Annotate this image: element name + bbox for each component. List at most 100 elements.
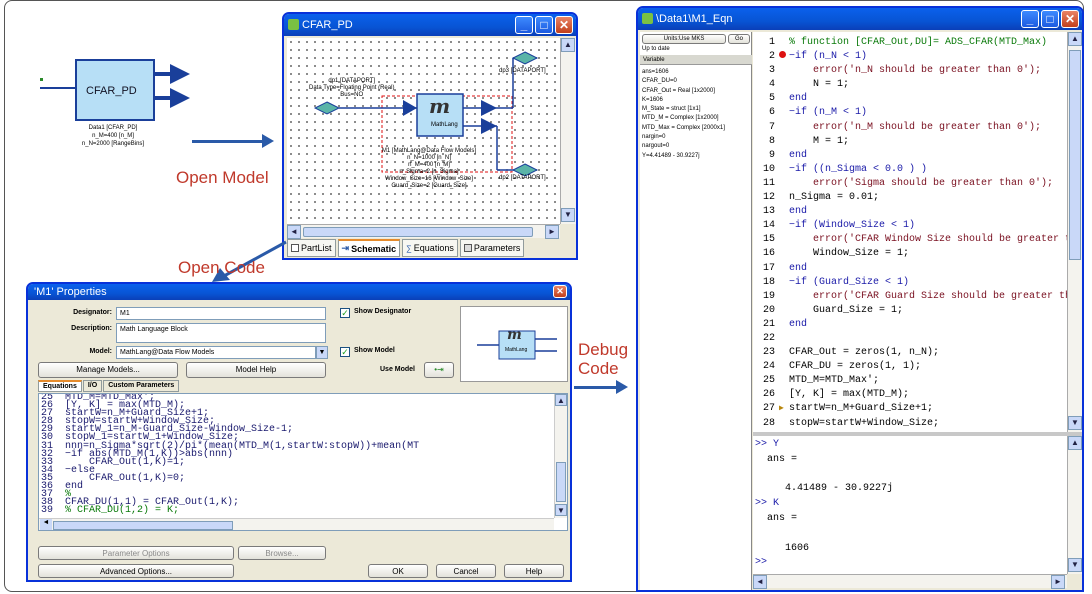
- variable-item[interactable]: M_State = struct [1x1]: [642, 105, 750, 114]
- console-hscroll[interactable]: ◄ ►: [753, 574, 1067, 589]
- units-button[interactable]: Units:Use MKS: [642, 34, 726, 44]
- chevron-down-icon[interactable]: ▼: [316, 346, 328, 359]
- properties-dialog-titlebar[interactable]: 'M1' Properties ✕: [28, 284, 570, 300]
- math-block-prop: n_Sigma=2 [n_Sigma]: [399, 169, 459, 175]
- app-icon: [642, 13, 653, 24]
- tab-schematic[interactable]: ⇥ Schematic: [337, 239, 401, 257]
- line-number: 3: [768, 65, 775, 77]
- code-text: CFAR_Out = zeros(1, n_N);: [789, 347, 940, 359]
- go-label: Go: [734, 36, 743, 42]
- console-vscroll[interactable]: ▲ ▼: [1067, 436, 1082, 574]
- variable-item[interactable]: K=1606: [642, 96, 750, 105]
- show-model-checkbox[interactable]: ✓: [340, 347, 350, 357]
- maximize-button[interactable]: □: [1041, 10, 1059, 28]
- console-line: ans =: [755, 512, 798, 524]
- code-text: end: [789, 262, 808, 274]
- equations-hscroll[interactable]: ◄: [39, 518, 554, 530]
- scroll-left-icon[interactable]: ◄: [753, 575, 767, 589]
- schematic-hscroll[interactable]: ◄ ►: [287, 224, 560, 239]
- tab-equations[interactable]: Equations: [38, 380, 82, 392]
- line-number: 4: [768, 79, 775, 91]
- model-select[interactable]: MathLang@Data Flow Models: [116, 346, 316, 359]
- parameter-options-button[interactable]: Parameter Options: [38, 546, 234, 560]
- browse-button[interactable]: Browse...: [238, 546, 326, 560]
- scroll-up-icon[interactable]: ▲: [1068, 32, 1082, 46]
- gutter: [779, 50, 789, 64]
- browse-label: Browse...: [265, 549, 299, 558]
- variable-item[interactable]: ans=1606: [642, 68, 750, 77]
- code-line: 18 −if (Guard_Size < 1): [753, 276, 1067, 290]
- scroll-thumb[interactable]: [556, 462, 566, 502]
- console[interactable]: >> Y ans = 4.41489 - 30.9227j >> K ans = …: [753, 436, 1067, 574]
- equations-vscroll[interactable]: ▲ ▼: [554, 394, 567, 518]
- code-line: 3 error('n_N should be greater than 0');: [753, 64, 1067, 78]
- properties-dialog[interactable]: 'M1' Properties ✕ Designator: M1 ✓ Show …: [26, 282, 572, 582]
- console-line: ans =: [755, 453, 798, 465]
- editor-window-titlebar[interactable]: \Data1\M1_Eqn _ □ ✕: [638, 8, 1082, 30]
- scroll-down-icon[interactable]: ▼: [1068, 558, 1082, 572]
- code-editor[interactable]: 1 % function [CFAR_Out,DU]= ADS_CFAR(MTD_…: [753, 32, 1067, 432]
- variable-item[interactable]: MTD_Max = Complex [2000x1]: [642, 124, 750, 133]
- scroll-down-icon[interactable]: ▼: [1068, 416, 1082, 430]
- schematic-window-titlebar[interactable]: CFAR_PD _ □ ✕: [284, 14, 576, 36]
- variable-item[interactable]: nargin=0: [642, 133, 750, 142]
- scroll-right-icon[interactable]: ►: [545, 225, 559, 239]
- hscroll-thumb[interactable]: [303, 227, 533, 237]
- flow-arrow-model-head: [262, 134, 274, 148]
- advanced-options-button[interactable]: Advanced Options...: [38, 564, 234, 578]
- cancel-button[interactable]: Cancel: [436, 564, 496, 578]
- breakpoint-icon[interactable]: [779, 51, 786, 59]
- cfar-pd-caption-line: Data1 [CFAR_PD]: [88, 125, 138, 131]
- cfar-pd-symbol[interactable]: CFAR_PD: [40, 52, 190, 124]
- scroll-thumb[interactable]: [1069, 50, 1081, 260]
- variable-item[interactable]: CFAR_DU=0: [642, 77, 750, 86]
- console-line: >> Y: [755, 439, 780, 450]
- minimize-button[interactable]: _: [515, 16, 533, 34]
- equations-code: 25 MTD_M=MTD_Max'; 26 [Y, K] = max(MTD_M)…: [41, 394, 553, 516]
- scroll-up-icon[interactable]: ▲: [561, 38, 575, 52]
- editor-vscroll[interactable]: ▲ ▼: [1067, 32, 1082, 432]
- code-line: 23 CFAR_Out = zeros(1, n_N);: [753, 346, 1067, 360]
- scroll-left-icon[interactable]: ◄: [40, 519, 52, 530]
- model-help-button[interactable]: Model Help: [186, 362, 326, 378]
- scroll-up-icon[interactable]: ▲: [1068, 436, 1082, 450]
- designator-field[interactable]: M1: [116, 307, 326, 320]
- close-button[interactable]: ✕: [1061, 10, 1079, 28]
- tab-custom-parameters[interactable]: Custom Parameters: [103, 380, 180, 392]
- editor-window[interactable]: \Data1\M1_Eqn _ □ ✕ Units:Use MKS Go Up …: [636, 6, 1084, 592]
- tab-equations[interactable]: ∑ Equations: [402, 239, 458, 257]
- ok-button[interactable]: OK: [368, 564, 428, 578]
- scroll-down-icon[interactable]: ▼: [555, 504, 567, 516]
- variable-item[interactable]: CFAR_Out = Real [1x2000]: [642, 87, 750, 96]
- tab-parameters[interactable]: Parameters: [459, 239, 525, 257]
- hscroll-thumb[interactable]: [53, 521, 233, 530]
- close-button[interactable]: ✕: [555, 16, 573, 34]
- variable-item[interactable]: Y=4.41489 - 30.9227j: [642, 152, 750, 161]
- line-number: 10: [762, 163, 775, 175]
- code-line: 6 −if (n_M < 1): [753, 106, 1067, 120]
- tab-partlist[interactable]: PartList: [287, 239, 336, 257]
- schematic-vscroll[interactable]: ▲ ▼: [560, 38, 576, 224]
- description-field[interactable]: Math Language Block: [116, 323, 326, 343]
- scroll-right-icon[interactable]: ►: [1051, 575, 1065, 589]
- cfar-pd-symbol-label: CFAR_PD: [86, 85, 137, 97]
- close-button[interactable]: ✕: [553, 285, 567, 298]
- tab-io[interactable]: I/O: [82, 380, 103, 392]
- variable-item[interactable]: MTD_M = Complex [1x2000]: [642, 114, 750, 123]
- use-model-button[interactable]: •⇥: [424, 362, 454, 378]
- line-number: 24: [762, 361, 775, 373]
- scroll-down-icon[interactable]: ▼: [561, 208, 575, 222]
- show-designator-checkbox[interactable]: ✓: [340, 308, 350, 318]
- console-line: 1606: [755, 542, 810, 554]
- variable-item[interactable]: nargout=0: [642, 142, 750, 151]
- equations-editor[interactable]: 25 MTD_M=MTD_Max'; 26 [Y, K] = max(MTD_M)…: [38, 393, 568, 531]
- maximize-button[interactable]: □: [535, 16, 553, 34]
- help-button[interactable]: Help: [504, 564, 564, 578]
- manage-models-button[interactable]: Manage Models...: [38, 362, 178, 378]
- schematic-window[interactable]: CFAR_PD _ □ ✕ m MathLang dp1 [DATAPORT] …: [282, 12, 578, 260]
- go-button[interactable]: Go: [728, 34, 750, 44]
- minimize-button[interactable]: _: [1021, 10, 1039, 28]
- scroll-left-icon[interactable]: ◄: [287, 225, 301, 239]
- scroll-up-icon[interactable]: ▲: [555, 394, 567, 406]
- schematic-canvas[interactable]: m MathLang dp1 [DATAPORT] Data Type=Floa…: [287, 38, 560, 224]
